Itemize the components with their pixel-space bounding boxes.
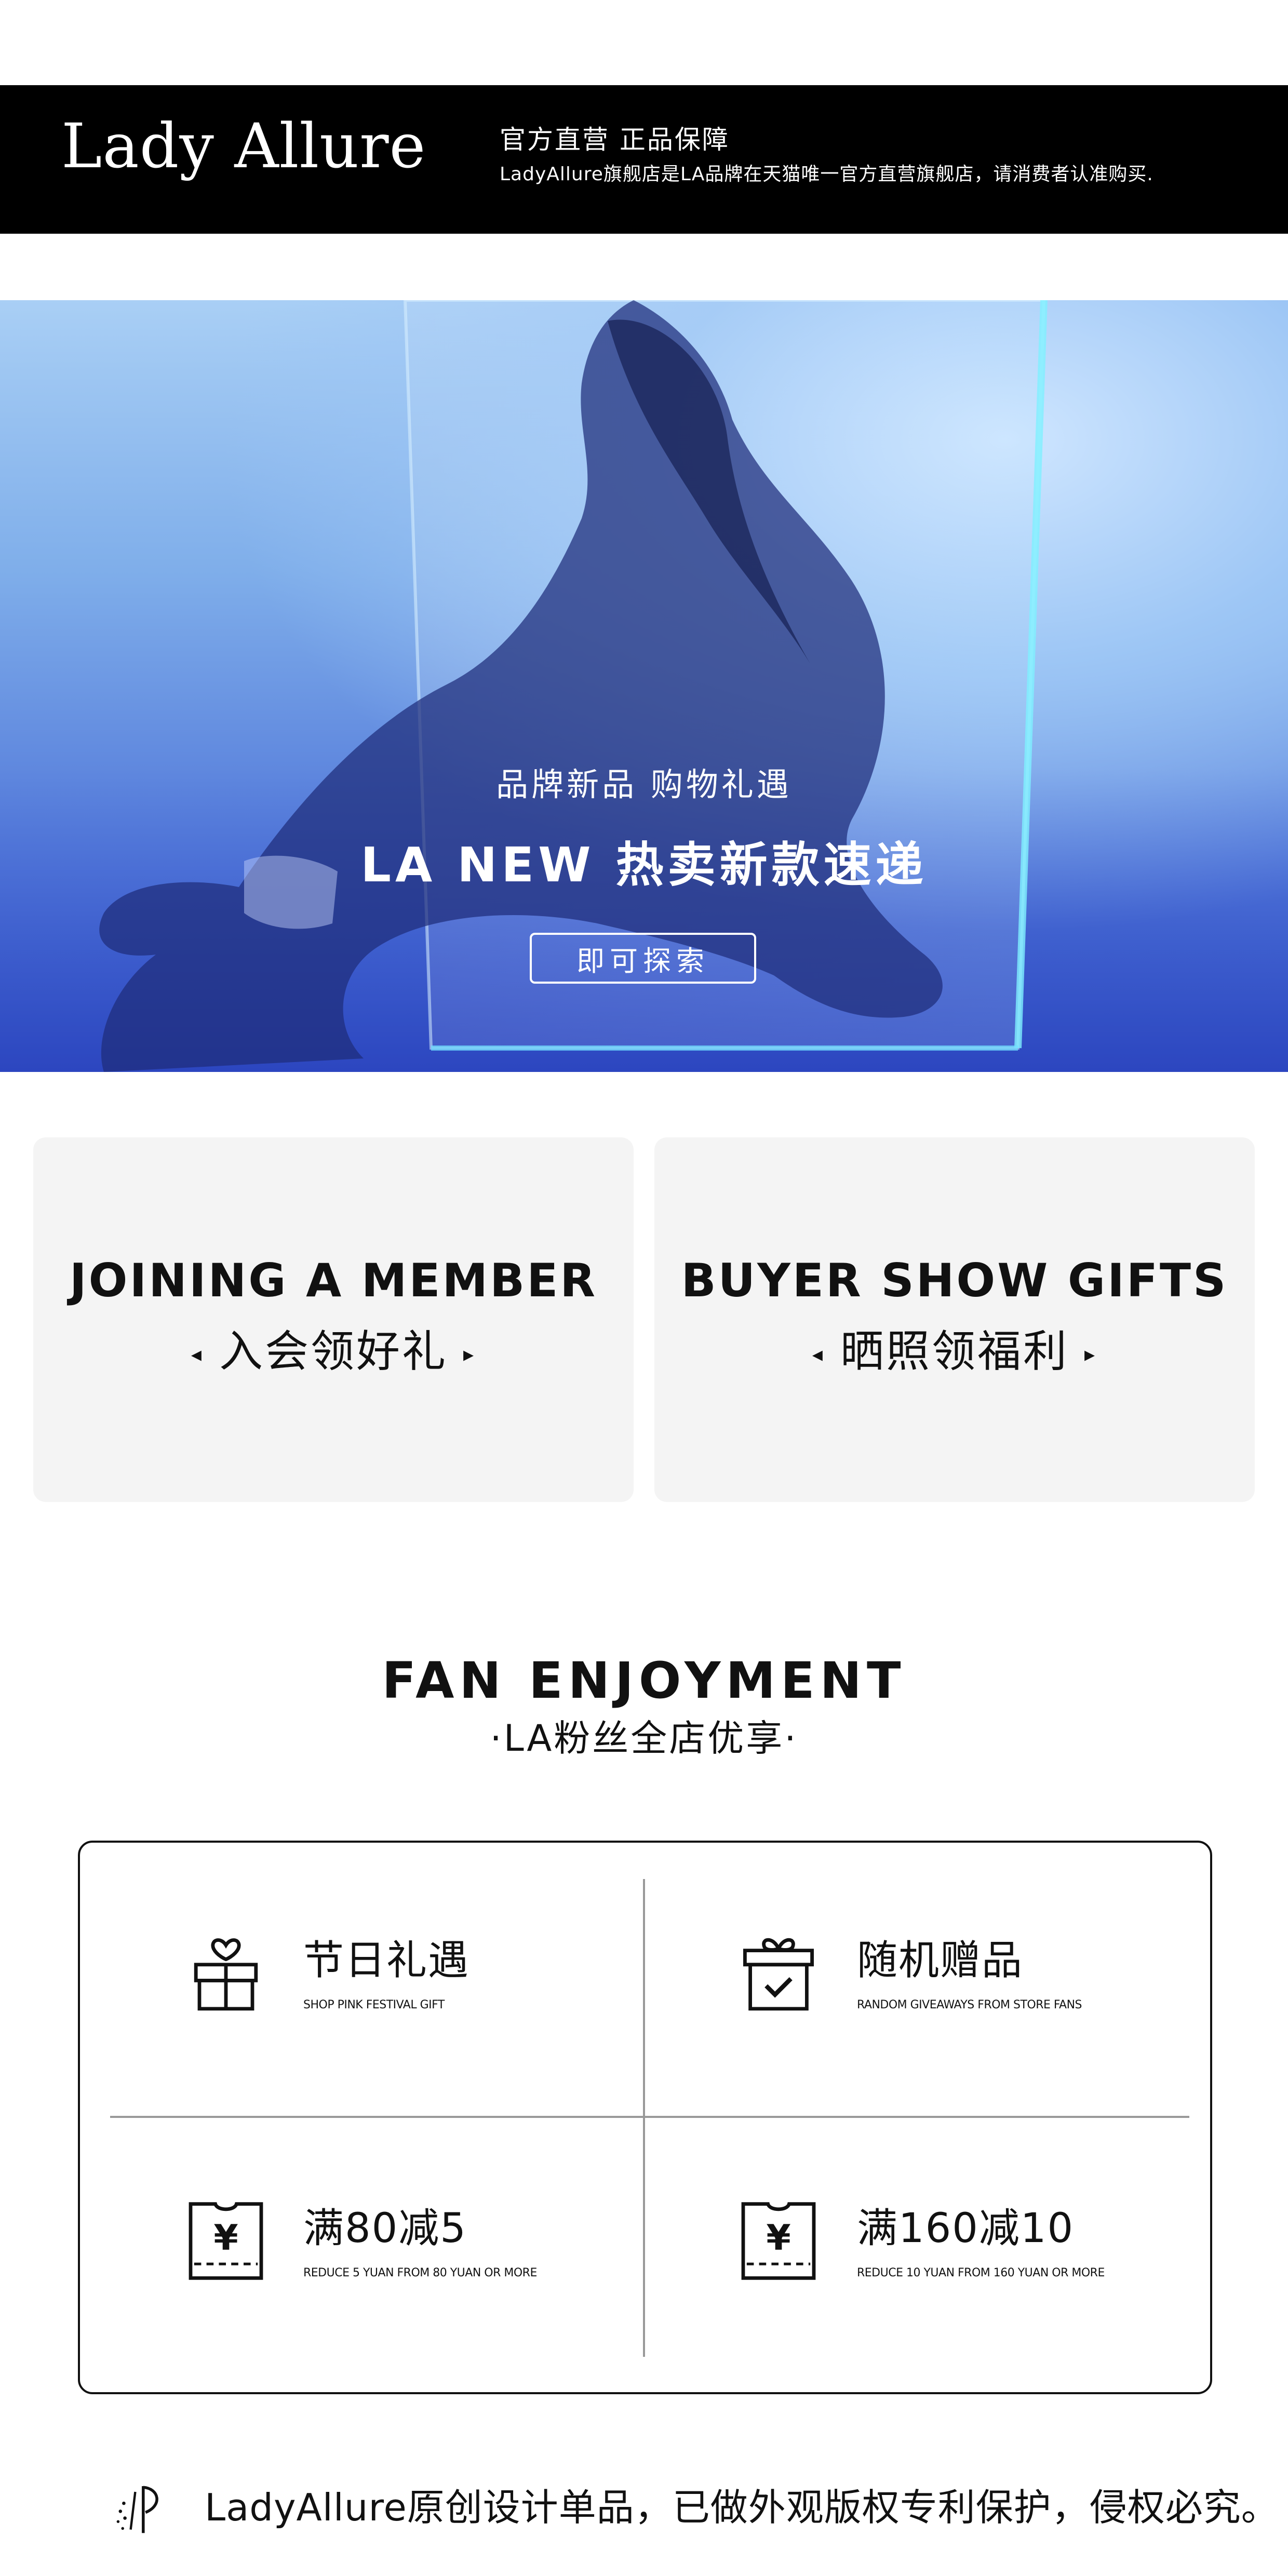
card-title-en: BUYER SHOW GIFTS — [681, 1254, 1228, 1307]
fan-section-title: FAN ENJOYMENT — [382, 1652, 906, 1710]
card-title-cn: ◂ 入会领好礼 ▸ — [33, 1330, 634, 1373]
card-title-cn-text: 入会领好礼 — [219, 1326, 448, 1377]
hero-headline: LA NEW 热卖新款速递 — [360, 837, 928, 893]
svg-text:¥: ¥ — [766, 2218, 790, 2259]
card-title-cn-text: 晒照领福利 — [840, 1326, 1069, 1377]
panel-divider-vertical — [643, 1879, 645, 2357]
explore-button[interactable]: 即可探索 — [530, 933, 756, 984]
yen-coupon-icon: ¥ — [189, 2202, 263, 2280]
benefit-title: 满80减5 — [303, 2205, 467, 2252]
buyer-show-card[interactable]: BUYER SHOW GIFTS ◂ 晒照领福利 ▸ — [654, 1137, 1255, 1502]
header-title: 官方直营 正品保障 — [500, 125, 730, 155]
benefit-subtitle: REDUCE 10 YUAN FROM 160 YUAN OR MORE — [857, 2266, 1105, 2279]
header-subtitle: LadyAllure旗舰店是LA品牌在天猫唯一官方直营旗舰店，请消费者认准购买. — [500, 164, 1153, 185]
copyright-notice: LadyAllure原创设计单品，已做外观版权专利保护，侵权必究。 — [205, 2486, 1279, 2529]
benefit-subtitle: REDUCE 5 YUAN FROM 80 YUAN OR MORE — [303, 2266, 537, 2279]
chevron-left-icon: ◂ — [812, 1343, 825, 1367]
card-title-en: JOINING A MEMBER — [69, 1254, 598, 1307]
card-title-cn: ◂ 晒照领福利 ▸ — [654, 1330, 1255, 1373]
chevron-left-icon: ◂ — [191, 1343, 204, 1367]
join-member-card[interactable]: JOINING A MEMBER ◂ 入会领好礼 ▸ — [33, 1137, 634, 1502]
chevron-right-icon: ▸ — [463, 1343, 476, 1367]
gift-box-heart-icon — [194, 1938, 258, 2011]
gift-check-icon — [743, 1938, 814, 2011]
hero-tagline: 品牌新品 购物礼遇 — [496, 766, 792, 803]
fan-section-subtitle: ·LA粉丝全店优享· — [490, 1717, 798, 1760]
benefit-subtitle: RANDOM GIVEAWAYS FROM STORE FANS — [857, 1998, 1082, 2011]
brand-mark-icon — [116, 2486, 158, 2533]
benefit-title: 随机赠品 — [857, 1937, 1024, 1984]
brand-logo[interactable]: Lady Allure — [61, 115, 426, 177]
benefit-subtitle: SHOP PINK FESTIVAL GIFT — [303, 1998, 445, 2011]
chevron-right-icon: ▸ — [1084, 1343, 1097, 1367]
benefit-title: 节日礼遇 — [303, 1937, 470, 1984]
svg-text:¥: ¥ — [213, 2218, 238, 2259]
panel-divider-horizontal — [110, 2116, 1189, 2118]
yen-coupon-icon: ¥ — [741, 2202, 816, 2280]
benefit-title: 满160减10 — [857, 2205, 1075, 2252]
